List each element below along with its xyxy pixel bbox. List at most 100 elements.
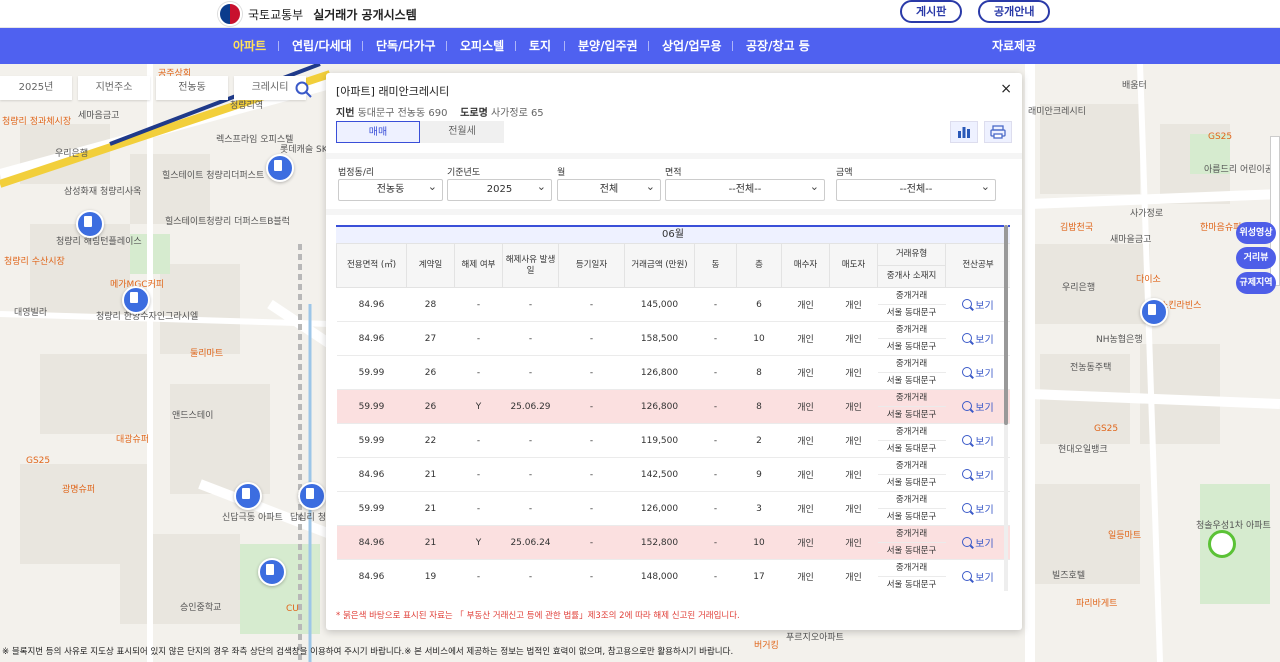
area-select[interactable]: --전체-- — [665, 177, 825, 201]
apartment-marker[interactable] — [1140, 298, 1168, 326]
cell-seller: 개인 — [829, 525, 878, 560]
cell-day: 21 — [406, 525, 455, 560]
apartment-marker[interactable] — [298, 482, 326, 510]
cell-reg: - — [558, 559, 625, 591]
col-price: 거래금액 (만원) — [624, 243, 695, 288]
site-logo[interactable]: 국토교통부 실거래가 공개시스템 — [218, 0, 417, 28]
map-poi: 사가정로 — [1130, 209, 1164, 219]
cell-cancel-date: - — [502, 559, 559, 591]
col-contract-day: 계약일 — [406, 243, 455, 288]
nav-item-data-provision[interactable]: 자료제공 — [992, 28, 1036, 64]
road-label: 도로명 — [460, 108, 488, 119]
cell-ledger: 보기 — [945, 355, 1010, 390]
view-ledger-button[interactable]: 보기 — [962, 331, 994, 346]
view-ledger-button[interactable]: 보기 — [962, 433, 994, 448]
broker-location-text: 서울 동대문구 — [886, 308, 937, 318]
map-poi: 다이소 — [1136, 275, 1161, 285]
apartment-marker[interactable] — [234, 482, 262, 510]
magnifier-icon — [962, 333, 973, 344]
view-ledger-button[interactable]: 보기 — [962, 501, 994, 516]
guide-button[interactable]: 공개안내 — [978, 0, 1051, 23]
jibun-label: 지번 — [336, 108, 355, 119]
cell-ledger: 보기 — [945, 559, 1010, 591]
year-select[interactable]: 2025 — [447, 177, 552, 201]
nav-item-detached[interactable]: 단독/다가구 — [376, 28, 436, 64]
transaction-table-container[interactable]: 06월 전용면적 (㎡) 계약일 해제 여부 해제사유 발생일 등기일자 거래금… — [336, 225, 1010, 591]
tab-rent[interactable]: 전월세 — [420, 121, 504, 143]
nav-item-apartment[interactable]: 아파트 — [233, 28, 266, 64]
dong-select[interactable]: 전농동 — [338, 177, 443, 201]
cell-seller: 개인 — [829, 423, 878, 458]
col-buyer: 매수자 — [781, 243, 830, 288]
map-poi: 청량리 한양수자인그라시엘 — [96, 312, 199, 322]
table-row: 59.99 26- - -126,800-8 개인 개인 중개거래 서울 동대문구 보기 — [336, 355, 1010, 390]
cell-reg: - — [558, 423, 625, 458]
cell-floor: 3 — [736, 491, 782, 526]
nav-item-factory[interactable]: 공장/창고 등 — [746, 28, 810, 64]
col-deal-type: 거래유형 — [877, 243, 946, 266]
cell-reg: - — [558, 389, 625, 424]
broker-location-text: 서울 동대문구 — [886, 512, 937, 522]
nav-item-land[interactable]: 토지 — [529, 28, 551, 64]
apartment-marker[interactable] — [122, 286, 150, 314]
cell-deal-type: 중개거래 서울 동대문구 — [877, 287, 946, 322]
cell-day: 21 — [406, 457, 455, 492]
cell-floor: 8 — [736, 355, 782, 390]
map-poi: 빌즈호텔 — [1052, 571, 1086, 581]
search-tab-dong[interactable]: 전농동 — [156, 76, 228, 100]
taegeuk-logo-icon — [218, 2, 242, 26]
chart-button[interactable] — [950, 121, 978, 143]
apartment-marker[interactable] — [76, 210, 104, 238]
map-poi: 둘리마트 — [190, 349, 224, 359]
top-header: 국토교통부 실거래가 공개시스템 게시판 공개안내 — [0, 0, 1280, 28]
transaction-panel: [아파트] 래미안크레시티 지번 동대문구 전농동 690 도로명 사가정로 6… — [326, 73, 1022, 630]
view-ledger-button[interactable]: 보기 — [962, 399, 994, 414]
cell-cancel: Y — [454, 389, 503, 424]
print-button[interactable] — [984, 121, 1012, 143]
cell-price: 126,800 — [624, 355, 695, 390]
cell-reg: - — [558, 457, 625, 492]
satellite-button[interactable]: 위성영상 — [1236, 222, 1276, 244]
cell-buyer: 개인 — [781, 491, 830, 526]
cell-area: 59.99 — [336, 423, 407, 458]
cell-floor: 6 — [736, 287, 782, 322]
view-ledger-button[interactable]: 보기 — [962, 569, 994, 584]
nav-item-presale[interactable]: 분양/입주권 — [578, 28, 638, 64]
search-tab-year[interactable]: 2025년 — [0, 76, 72, 100]
nav-item-multiplex[interactable]: 연립/다세대 — [292, 28, 352, 64]
streetview-button[interactable]: 거리뷰 — [1236, 247, 1276, 269]
broker-location-text: 서울 동대문구 — [886, 478, 937, 488]
footer-disclaimer: ※ 블록지번 등의 사유로 지도상 표시되어 있지 않은 단지의 경우 좌측 상… — [2, 647, 734, 657]
cluster-marker[interactable] — [1208, 530, 1236, 558]
map-poi: 광명슈퍼 — [62, 485, 96, 495]
table-row: 84.96 27- - -158,500-10 개인 개인 중개거래 서울 동대문구 보기 — [336, 321, 1010, 356]
amount-select[interactable]: --전체-- — [836, 177, 996, 201]
cell-floor: 2 — [736, 423, 782, 458]
cell-seller: 개인 — [829, 355, 878, 390]
tab-sale[interactable]: 매매 — [336, 121, 420, 143]
nav-item-commercial[interactable]: 상업/업무용 — [662, 28, 722, 64]
search-tab-jibun[interactable]: 지번주소 — [78, 76, 150, 100]
cell-dong: - — [694, 559, 737, 591]
nav-item-officetel[interactable]: 오피스텔 — [460, 28, 504, 64]
apartment-marker[interactable] — [258, 558, 286, 586]
regulation-area-button[interactable]: 규제지역 — [1236, 272, 1276, 294]
view-ledger-button[interactable]: 보기 — [962, 365, 994, 380]
cell-cancel: - — [454, 559, 503, 591]
search-icon[interactable] — [294, 80, 314, 100]
board-button[interactable]: 게시판 — [900, 0, 963, 23]
view-ledger-button[interactable]: 보기 — [962, 297, 994, 312]
cell-cancel: - — [454, 423, 503, 458]
cell-area: 59.99 — [336, 389, 407, 424]
map-poi: GS25 — [26, 456, 51, 466]
apartment-marker[interactable] — [266, 154, 294, 182]
view-ledger-button[interactable]: 보기 — [962, 467, 994, 482]
cell-day: 26 — [406, 389, 455, 424]
table-scrollbar[interactable] — [1004, 225, 1008, 591]
cell-buyer: 개인 — [781, 423, 830, 458]
month-select[interactable]: 전체 — [557, 177, 661, 201]
close-icon[interactable]: × — [1000, 81, 1012, 97]
broker-location-text: 서울 동대문구 — [886, 580, 937, 590]
cell-buyer: 개인 — [781, 457, 830, 492]
view-ledger-button[interactable]: 보기 — [962, 535, 994, 550]
